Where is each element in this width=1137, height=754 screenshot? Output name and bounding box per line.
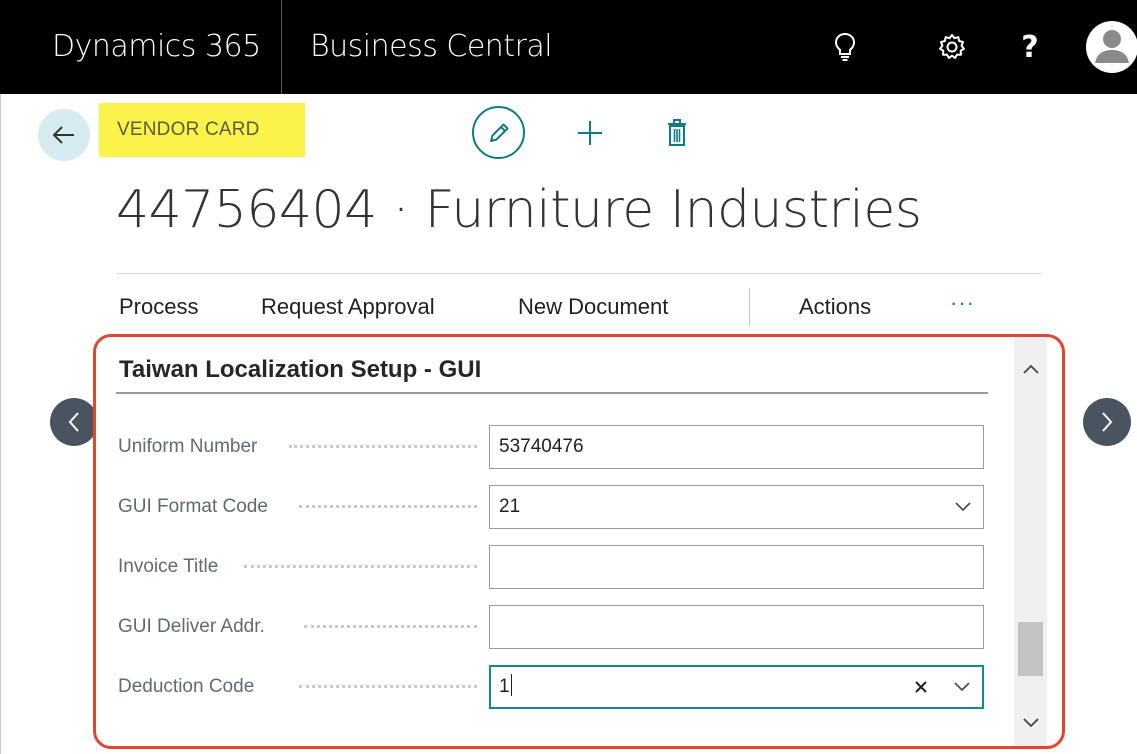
menu-actions[interactable]: Actions bbox=[799, 294, 871, 320]
invoice-title-input[interactable] bbox=[489, 545, 984, 589]
menu-process[interactable]: Process bbox=[119, 294, 198, 320]
previous-record-button[interactable] bbox=[50, 398, 98, 446]
fasttab-panel: Taiwan Localization Setup - GUI Uniform … bbox=[93, 334, 1065, 749]
deduction-code-value: 1 bbox=[499, 676, 510, 697]
field-leader-dots bbox=[289, 445, 477, 449]
help-icon[interactable]: ? bbox=[1015, 0, 1045, 94]
edit-icon bbox=[489, 123, 508, 142]
field-label: Deduction Code bbox=[118, 676, 255, 697]
chevron-down-icon[interactable] bbox=[954, 667, 970, 707]
field-label: Invoice Title bbox=[118, 556, 219, 577]
topbar-divider bbox=[281, 0, 282, 94]
page-title: 44756404 · Furniture Industries bbox=[116, 180, 922, 240]
gui-format-code-value: 21 bbox=[499, 496, 521, 517]
product-name[interactable]: Business Central bbox=[310, 0, 553, 94]
edit-button[interactable] bbox=[472, 106, 525, 159]
field-leader-dots bbox=[299, 685, 477, 689]
top-navigation-bar: Dynamics 365 Business Central ? bbox=[0, 0, 1137, 94]
panel-scrollbar[interactable] bbox=[1014, 337, 1047, 746]
scroll-thumb[interactable] bbox=[1018, 622, 1043, 676]
chevron-down-icon[interactable] bbox=[955, 486, 971, 528]
chevron-right-icon bbox=[1102, 412, 1113, 432]
field-leader-dots bbox=[304, 625, 477, 629]
text-cursor bbox=[510, 674, 512, 697]
add-button[interactable] bbox=[570, 113, 610, 153]
page-caption: VENDOR CARD bbox=[99, 103, 305, 157]
lightbulb-icon[interactable] bbox=[828, 0, 862, 94]
gear-icon[interactable] bbox=[934, 0, 970, 94]
page-left-border bbox=[0, 94, 1, 754]
gui-deliver-addr-input[interactable] bbox=[489, 605, 984, 649]
gui-format-code-select[interactable]: 21 bbox=[489, 485, 984, 529]
field-leader-dots bbox=[299, 505, 477, 509]
field-leader-dots bbox=[244, 565, 477, 569]
field-invoice-title: Invoice Title bbox=[96, 545, 996, 589]
field-label: GUI Format Code bbox=[118, 496, 268, 517]
avatar-icon[interactable] bbox=[1084, 0, 1137, 94]
menu-request-approval[interactable]: Request Approval bbox=[261, 294, 435, 320]
clear-icon[interactable] bbox=[914, 667, 928, 707]
back-button[interactable] bbox=[38, 109, 90, 161]
section-title[interactable]: Taiwan Localization Setup - GUI bbox=[119, 356, 481, 384]
delete-icon bbox=[668, 119, 686, 146]
scroll-up-icon[interactable] bbox=[1014, 357, 1047, 381]
scroll-down-icon[interactable] bbox=[1014, 711, 1047, 735]
field-label: Uniform Number bbox=[118, 436, 258, 457]
next-record-button[interactable] bbox=[1083, 398, 1131, 446]
deduction-code-select[interactable]: 1 bbox=[489, 665, 984, 709]
app-name[interactable]: Dynamics 365 bbox=[52, 0, 261, 94]
back-arrow-icon bbox=[52, 126, 74, 144]
field-deduction-code: Deduction Code 1 bbox=[96, 665, 996, 709]
menu-new-document[interactable]: New Document bbox=[518, 294, 668, 320]
more-options-button[interactable]: ··· bbox=[950, 290, 975, 316]
field-gui-format-code: GUI Format Code 21 bbox=[96, 485, 996, 529]
menu-separator bbox=[749, 288, 750, 326]
add-icon bbox=[578, 121, 602, 145]
field-label: GUI Deliver Addr. bbox=[118, 616, 265, 637]
title-divider bbox=[116, 273, 1041, 274]
field-uniform-number: Uniform Number 53740476 bbox=[96, 425, 996, 469]
chevron-left-icon bbox=[68, 412, 79, 432]
section-divider bbox=[116, 392, 988, 394]
delete-button[interactable] bbox=[664, 116, 690, 150]
field-gui-deliver-addr: GUI Deliver Addr. bbox=[96, 605, 996, 649]
uniform-number-input[interactable]: 53740476 bbox=[489, 425, 984, 469]
